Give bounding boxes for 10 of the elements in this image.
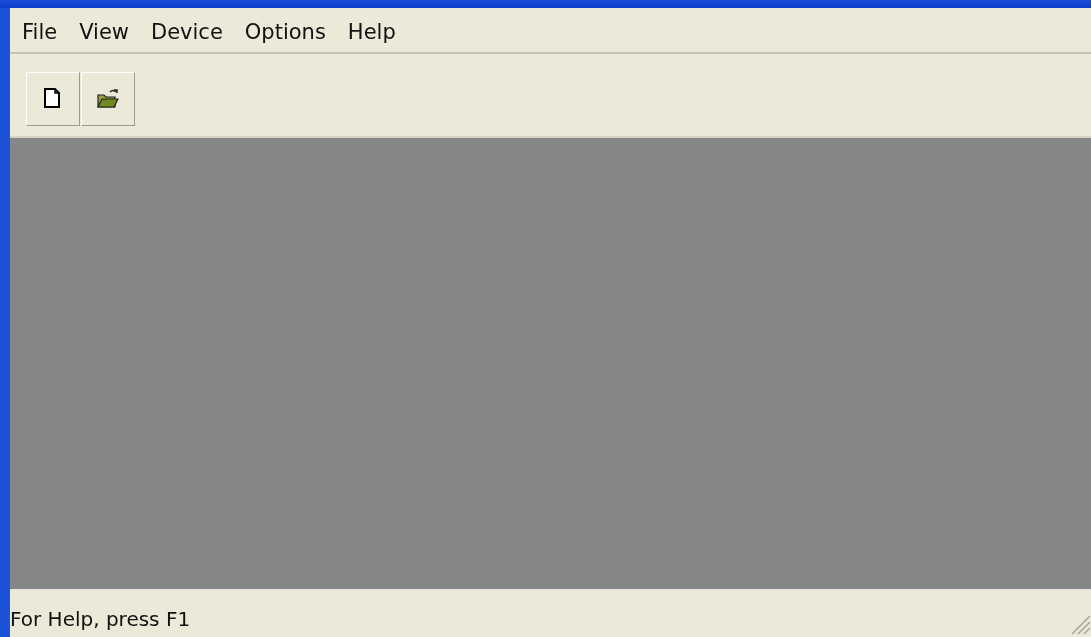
new-button[interactable] <box>26 72 80 126</box>
folder-icon <box>96 87 120 111</box>
status-text: For Help, press F1 <box>10 607 191 633</box>
menu-item[interactable]: Device <box>143 20 231 52</box>
menu-item[interactable]: View <box>71 20 137 52</box>
menu-item[interactable]: Options <box>236 20 334 52</box>
menu-item[interactable]: Help <box>339 20 404 52</box>
menu-item[interactable]: File <box>14 20 66 52</box>
open-button[interactable] <box>81 72 135 126</box>
resize-grip-icon[interactable] <box>1069 613 1091 635</box>
